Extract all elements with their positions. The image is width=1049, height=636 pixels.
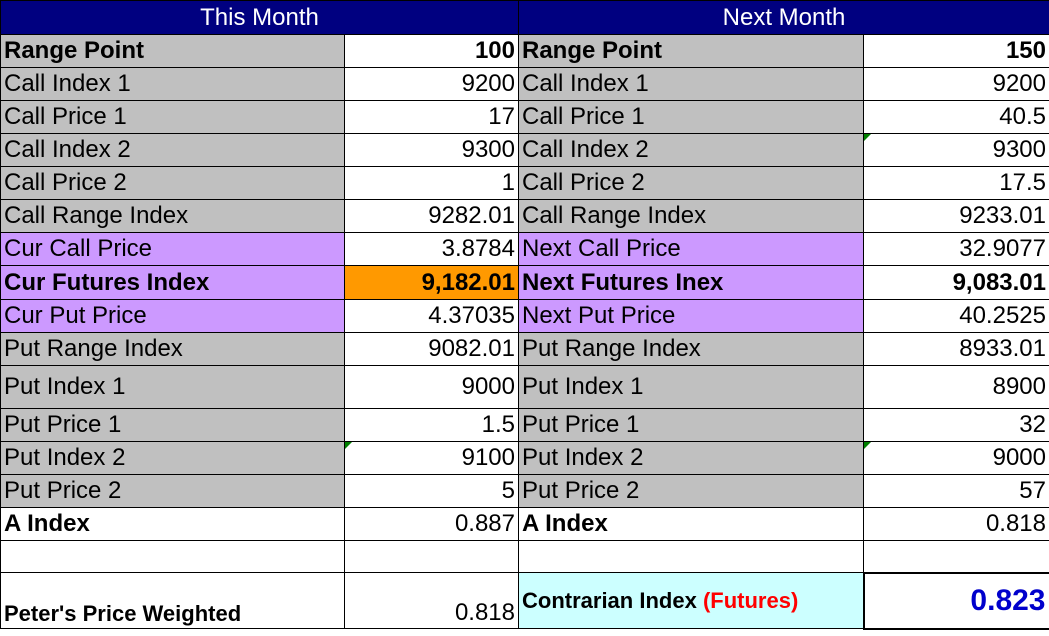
- cell-label[interactable]: Call Price 2: [0, 166, 345, 200]
- table-row: Put Index 2 9100 Put Index 2 9000: [0, 441, 1049, 475]
- cell-value[interactable]: 1.5: [344, 408, 519, 442]
- cell-label[interactable]: Put Price 1: [0, 408, 345, 442]
- cell-label[interactable]: Call Index 2: [518, 133, 864, 167]
- cell-value[interactable]: 150: [863, 34, 1049, 68]
- cell-value[interactable]: 5: [344, 474, 519, 508]
- table-row: A Index 0.887 A Index 0.818: [0, 507, 1049, 541]
- table-row: Cur Put Price 4.37035 Next Put Price 40.…: [0, 299, 1049, 333]
- empty-cell[interactable]: [518, 540, 864, 573]
- cell-label[interactable]: Cur Put Price: [0, 299, 345, 333]
- cell-label[interactable]: Put Price 2: [0, 474, 345, 508]
- table-row: Put Index 1 9000 Put Index 1 8900: [0, 365, 1049, 409]
- table-row: Call Price 2 1 Call Price 2 17.5: [0, 166, 1049, 200]
- cell-label[interactable]: Put Range Index: [0, 332, 345, 366]
- contrarian-value[interactable]: 0.823: [862, 571, 1049, 630]
- cell-label[interactable]: Put Price 2: [518, 474, 864, 508]
- cell-value[interactable]: 17: [344, 100, 519, 134]
- cell-label[interactable]: Put Index 2: [0, 441, 345, 475]
- spreadsheet-grid: This Month Next Month Range Point 100 Ra…: [0, 0, 1049, 630]
- cell-label[interactable]: Put Index 2: [518, 441, 864, 475]
- cell-label[interactable]: Call Range Index: [0, 199, 345, 233]
- table-row: Call Index 1 9200 Call Index 1 9200: [0, 67, 1049, 101]
- cell-value-with-comment[interactable]: 9300: [863, 133, 1049, 167]
- cell-label[interactable]: Call Price 1: [0, 100, 345, 134]
- cell-label[interactable]: Put Index 1: [518, 365, 864, 409]
- cell-label[interactable]: A Index: [518, 507, 864, 541]
- cell-value[interactable]: 3.8784: [344, 232, 519, 266]
- cell-value[interactable]: 100: [344, 34, 519, 68]
- table-row: Cur Call Price 3.8784 Next Call Price 32…: [0, 232, 1049, 266]
- table-row: Put Price 2 5 Put Price 2 57: [0, 474, 1049, 508]
- header-row: This Month Next Month: [0, 0, 1049, 35]
- table-row: Range Point 100 Range Point 150: [0, 34, 1049, 68]
- cell-value[interactable]: 32.9077: [863, 232, 1049, 266]
- table-row: Call Price 1 17 Call Price 1 40.5: [0, 100, 1049, 134]
- contrarian-label-cell[interactable]: Contrarian Index (Futures): [518, 572, 864, 629]
- cell-label[interactable]: Range Point: [518, 34, 864, 68]
- cell-value[interactable]: 9233.01: [863, 199, 1049, 233]
- table-row: Call Index 2 9300 Call Index 2 9300: [0, 133, 1049, 167]
- cell-label[interactable]: Next Futures Inex: [518, 265, 864, 300]
- cell-label[interactable]: Range Point: [0, 34, 345, 68]
- cell-label[interactable]: Call Index 1: [0, 67, 345, 101]
- cell-label[interactable]: Cur Call Price: [0, 232, 345, 266]
- cell-label[interactable]: Call Price 2: [518, 166, 864, 200]
- header-next-month[interactable]: Next Month: [518, 0, 1049, 35]
- cell-value[interactable]: 40.2525: [863, 299, 1049, 333]
- cell-value[interactable]: 32: [863, 408, 1049, 442]
- cell-label[interactable]: Call Index 2: [0, 133, 345, 167]
- cell-value-with-comment[interactable]: 9000: [863, 441, 1049, 475]
- cell-value[interactable]: 40.5: [863, 100, 1049, 134]
- header-this-month[interactable]: This Month: [0, 0, 519, 35]
- cell-label[interactable]: Cur Futures Index: [0, 265, 345, 300]
- cell-label[interactable]: Put Index 1: [0, 365, 345, 409]
- cell-value[interactable]: 9000: [344, 365, 519, 409]
- table-row: Put Price 1 1.5 Put Price 1 32: [0, 408, 1049, 442]
- empty-cell[interactable]: [344, 540, 519, 573]
- summary-row: Peter's Price Weighted 0.818 Contrarian …: [0, 571, 1049, 630]
- cell-value[interactable]: 0.887: [344, 507, 519, 541]
- cell-label[interactable]: Next Call Price: [518, 232, 864, 266]
- cell-value[interactable]: 0.818: [863, 507, 1049, 541]
- futures-qualifier: (Futures): [702, 587, 799, 613]
- cell-value-with-comment[interactable]: 9100: [344, 441, 519, 475]
- cell-value[interactable]: 9200: [344, 67, 519, 101]
- cell-value[interactable]: 9,083.01: [863, 265, 1049, 300]
- empty-row: [0, 540, 1049, 573]
- empty-cell[interactable]: [0, 540, 345, 573]
- cell-value[interactable]: 17.5: [863, 166, 1049, 200]
- weighted-value[interactable]: 0.818: [344, 572, 519, 629]
- cell-value[interactable]: 8933.01: [863, 332, 1049, 366]
- cell-value-highlight[interactable]: 9,182.01: [344, 265, 519, 300]
- table-row: Cur Futures Index 9,182.01 Next Futures …: [0, 265, 1049, 300]
- contrarian-label: Contrarian Index: [522, 587, 697, 613]
- cell-label[interactable]: Call Index 1: [518, 67, 864, 101]
- cell-value[interactable]: 4.37035: [344, 299, 519, 333]
- cell-label[interactable]: Call Range Index: [518, 199, 864, 233]
- cell-value[interactable]: 57: [863, 474, 1049, 508]
- cell-value[interactable]: 8900: [863, 365, 1049, 409]
- cell-value[interactable]: 1: [344, 166, 519, 200]
- empty-cell[interactable]: [863, 540, 1049, 573]
- cell-value[interactable]: 9082.01: [344, 332, 519, 366]
- cell-label[interactable]: Call Price 1: [518, 100, 864, 134]
- table-row: Put Range Index 9082.01 Put Range Index …: [0, 332, 1049, 366]
- cell-label[interactable]: Put Range Index: [518, 332, 864, 366]
- cell-value[interactable]: 9200: [863, 67, 1049, 101]
- cell-value[interactable]: 9300: [344, 133, 519, 167]
- cell-label[interactable]: Next Put Price: [518, 299, 864, 333]
- cell-value[interactable]: 9282.01: [344, 199, 519, 233]
- cell-label[interactable]: Put Price 1: [518, 408, 864, 442]
- cell-label[interactable]: A Index: [0, 507, 345, 541]
- weighted-label[interactable]: Peter's Price Weighted: [0, 572, 345, 629]
- table-row: Call Range Index 9282.01 Call Range Inde…: [0, 199, 1049, 233]
